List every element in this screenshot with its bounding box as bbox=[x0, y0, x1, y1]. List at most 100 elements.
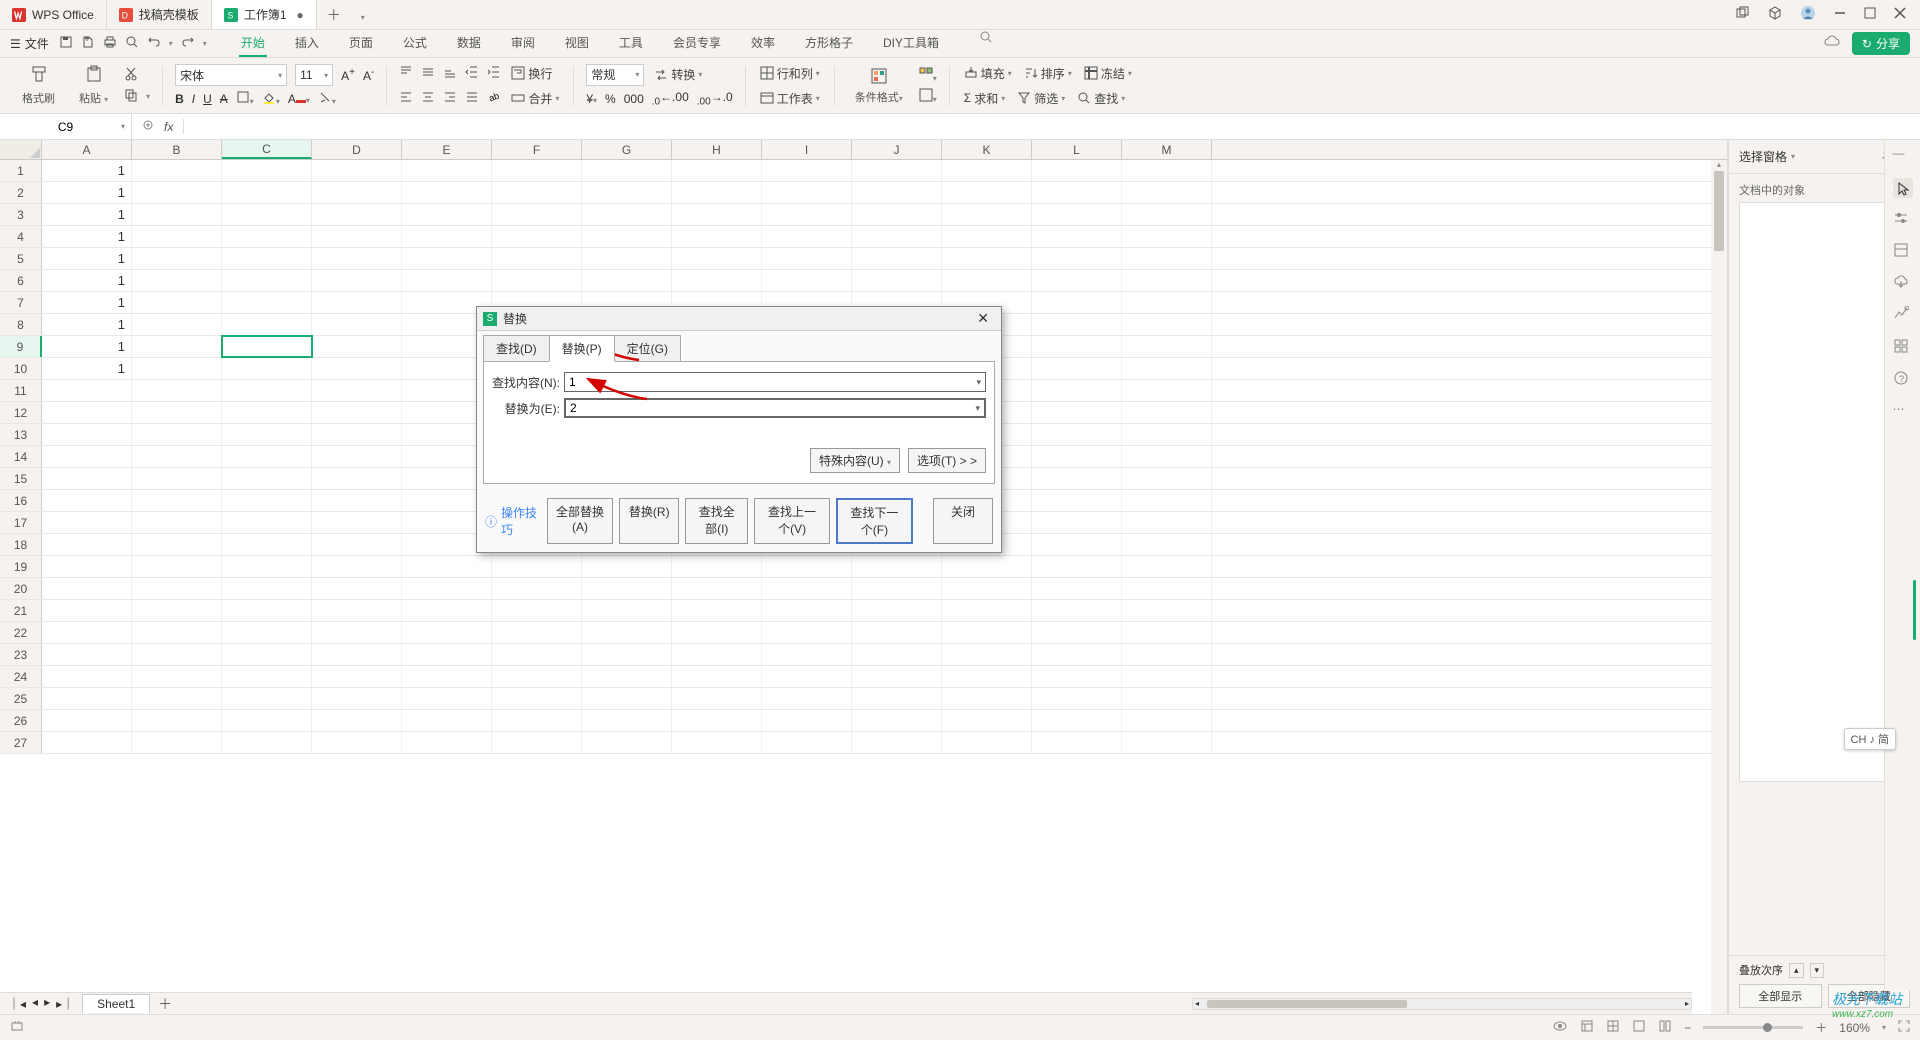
cell[interactable] bbox=[132, 600, 222, 621]
cell[interactable] bbox=[42, 490, 132, 511]
replace-input[interactable] bbox=[566, 401, 971, 415]
column-header[interactable]: M bbox=[1122, 140, 1212, 159]
cell[interactable] bbox=[492, 204, 582, 225]
name-box-dropdown-icon[interactable]: ▾ bbox=[121, 122, 125, 131]
cell[interactable] bbox=[852, 226, 942, 247]
row-header[interactable]: 20 bbox=[0, 578, 42, 599]
cell[interactable] bbox=[222, 446, 312, 467]
merge-button[interactable]: 合并▾ bbox=[509, 88, 561, 109]
column-header[interactable]: J bbox=[852, 140, 942, 159]
menu-square-grid[interactable]: 方形格子 bbox=[803, 30, 855, 57]
file-menu[interactable]: ☰ 文件 bbox=[10, 35, 49, 52]
cell[interactable] bbox=[1122, 578, 1212, 599]
cell[interactable] bbox=[312, 336, 402, 357]
menu-home[interactable]: 开始 bbox=[239, 30, 267, 57]
cell[interactable] bbox=[1122, 226, 1212, 247]
cell[interactable] bbox=[312, 688, 402, 709]
row-header[interactable]: 27 bbox=[0, 732, 42, 753]
sheet-nav-next-icon[interactable]: ▸ bbox=[44, 995, 50, 1012]
cell[interactable] bbox=[1032, 336, 1122, 357]
cell[interactable] bbox=[582, 666, 672, 687]
cell-reference-input[interactable] bbox=[26, 120, 106, 134]
freeze-button[interactable]: 冻结▾ bbox=[1082, 63, 1134, 84]
cell[interactable] bbox=[222, 666, 312, 687]
cell[interactable] bbox=[222, 402, 312, 423]
replace-button[interactable]: 替换(R) bbox=[619, 498, 679, 544]
cell[interactable] bbox=[942, 160, 1032, 181]
cell[interactable] bbox=[222, 424, 312, 445]
settings-tool-icon[interactable] bbox=[1893, 210, 1913, 230]
cell[interactable] bbox=[762, 556, 852, 577]
row-header[interactable]: 25 bbox=[0, 688, 42, 709]
zoom-level[interactable]: 160% bbox=[1839, 1021, 1870, 1035]
cell[interactable] bbox=[222, 600, 312, 621]
cell[interactable] bbox=[582, 160, 672, 181]
row-header[interactable]: 21 bbox=[0, 600, 42, 621]
format-brush-icon[interactable] bbox=[30, 65, 48, 86]
cell[interactable] bbox=[582, 556, 672, 577]
column-header[interactable]: F bbox=[492, 140, 582, 159]
cell[interactable] bbox=[582, 226, 672, 247]
row-header[interactable]: 2 bbox=[0, 182, 42, 203]
row-header[interactable]: 6 bbox=[0, 270, 42, 291]
cell[interactable] bbox=[402, 270, 492, 291]
row-header[interactable]: 9 bbox=[0, 336, 42, 357]
expand-fx-icon[interactable] bbox=[142, 119, 154, 134]
cell[interactable] bbox=[852, 732, 942, 753]
cell[interactable] bbox=[762, 622, 852, 643]
wrap-text-button[interactable]: 换行 bbox=[509, 63, 554, 84]
cell[interactable] bbox=[942, 182, 1032, 203]
find-prev-button[interactable]: 查找上一个(V) bbox=[754, 498, 830, 544]
cell[interactable] bbox=[312, 182, 402, 203]
cell[interactable] bbox=[582, 688, 672, 709]
name-box[interactable]: ▾ bbox=[0, 114, 132, 139]
cell[interactable] bbox=[42, 446, 132, 467]
tips-link[interactable]: ⓘ 操作技巧 bbox=[485, 504, 541, 538]
cell[interactable] bbox=[1122, 600, 1212, 621]
add-tab-button[interactable]: ＋ bbox=[317, 5, 351, 25]
cell[interactable] bbox=[222, 226, 312, 247]
cell[interactable] bbox=[1032, 732, 1122, 753]
cell[interactable] bbox=[582, 248, 672, 269]
cell[interactable] bbox=[1032, 160, 1122, 181]
column-header[interactable]: C bbox=[222, 140, 312, 159]
zoom-dropdown-icon[interactable]: ▾ bbox=[1882, 1023, 1886, 1032]
cell[interactable] bbox=[402, 600, 492, 621]
cell[interactable] bbox=[1122, 160, 1212, 181]
cell[interactable] bbox=[942, 710, 1032, 731]
cell[interactable] bbox=[672, 710, 762, 731]
number-format-select[interactable]: 常规▾ bbox=[586, 64, 644, 86]
cell[interactable] bbox=[222, 314, 312, 335]
cell[interactable] bbox=[942, 226, 1032, 247]
cell[interactable] bbox=[1032, 226, 1122, 247]
cell[interactable] bbox=[222, 468, 312, 489]
cell[interactable]: 1 bbox=[42, 358, 132, 379]
cell[interactable] bbox=[492, 622, 582, 643]
vertical-scrollbar[interactable]: ▴ bbox=[1711, 160, 1727, 1014]
worksheet-button[interactable]: 工作表▾ bbox=[758, 88, 822, 109]
cell[interactable] bbox=[132, 556, 222, 577]
cell[interactable] bbox=[762, 710, 852, 731]
cell[interactable] bbox=[42, 556, 132, 577]
cell[interactable] bbox=[582, 622, 672, 643]
menu-efficiency[interactable]: 效率 bbox=[749, 30, 777, 57]
cell[interactable] bbox=[132, 270, 222, 291]
cell[interactable] bbox=[1032, 688, 1122, 709]
cell[interactable] bbox=[222, 732, 312, 753]
cell[interactable] bbox=[672, 270, 762, 291]
view-grid-icon[interactable] bbox=[1606, 1019, 1620, 1036]
row-header[interactable]: 16 bbox=[0, 490, 42, 511]
cell[interactable] bbox=[762, 226, 852, 247]
row-header[interactable]: 5 bbox=[0, 248, 42, 269]
cell[interactable] bbox=[222, 688, 312, 709]
menu-insert[interactable]: 插入 bbox=[293, 30, 321, 57]
cell[interactable] bbox=[1122, 622, 1212, 643]
cell[interactable] bbox=[312, 622, 402, 643]
cell[interactable] bbox=[1032, 358, 1122, 379]
cell[interactable] bbox=[762, 644, 852, 665]
cell[interactable] bbox=[762, 666, 852, 687]
menu-tools[interactable]: 工具 bbox=[617, 30, 645, 57]
decrease-indent-icon[interactable] bbox=[465, 65, 479, 82]
cell[interactable] bbox=[312, 534, 402, 555]
cell[interactable]: 1 bbox=[42, 248, 132, 269]
